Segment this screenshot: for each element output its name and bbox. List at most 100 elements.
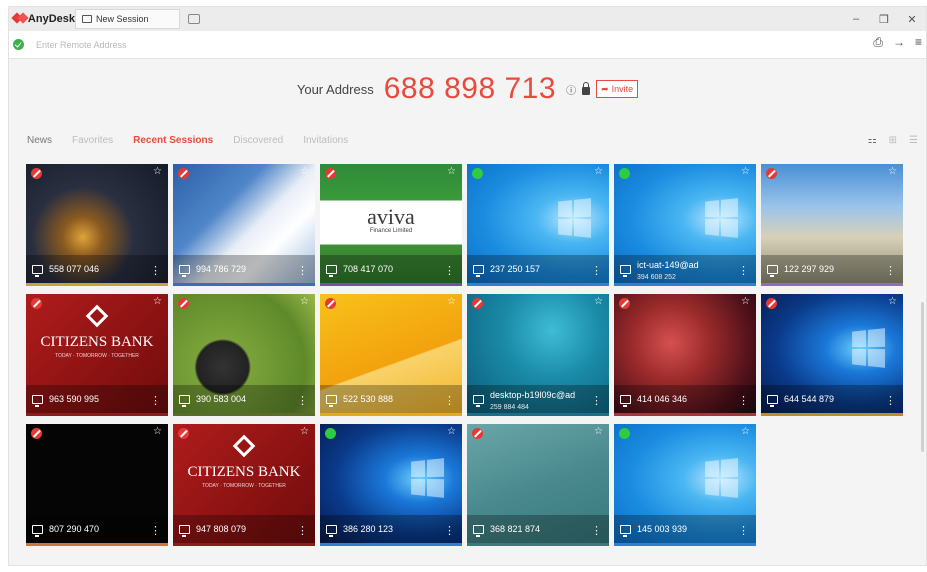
- session-menu-icon[interactable]: ⋮: [591, 266, 602, 277]
- new-tab-icon[interactable]: [187, 14, 200, 24]
- offline-status-icon: [325, 168, 336, 179]
- session-tile[interactable]: ☆ desktop-b19l09c@ad 259 884 484 ⋮: [467, 294, 609, 416]
- favorite-star-icon[interactable]: ☆: [888, 296, 897, 307]
- session-id: 994 786 729: [196, 264, 247, 274]
- session-tile[interactable]: ☆ 414 046 346 ⋮: [614, 294, 756, 416]
- online-status-icon: [619, 428, 630, 439]
- session-tile[interactable]: ☆ 145 003 939 ⋮: [614, 424, 756, 546]
- session-tile[interactable]: ☆ ict-uat-149@ad 394 608 252 ⋮: [614, 164, 756, 286]
- wallpaper-logo-text: CITIZENS BANK TODAY · TOMORROW · TOGETHER: [173, 434, 315, 489]
- monitor-icon: [326, 394, 337, 407]
- favorite-star-icon[interactable]: ☆: [447, 296, 456, 307]
- session-menu-icon[interactable]: ⋮: [444, 396, 455, 407]
- session-menu-icon[interactable]: ⋮: [738, 266, 749, 277]
- session-menu-icon[interactable]: ⋮: [150, 266, 161, 277]
- session-tile[interactable]: ☆ 994 786 729 ⋮: [173, 164, 315, 286]
- windows-logo-icon: [705, 458, 739, 498]
- file-transfer-icon[interactable]: ⎙: [873, 35, 883, 50]
- session-tile[interactable]: ☆ 390 583 004 ⋮: [173, 294, 315, 416]
- small-tile-view-icon[interactable]: ⊞: [889, 135, 897, 146]
- session-id: 390 583 004: [196, 394, 247, 404]
- favorite-star-icon[interactable]: ☆: [594, 296, 603, 307]
- windows-logo-icon: [411, 458, 445, 498]
- close-button[interactable]: ✕: [898, 13, 926, 26]
- favorite-star-icon[interactable]: ☆: [447, 426, 456, 437]
- connect-arrow-icon[interactable]: →: [893, 35, 905, 50]
- session-menu-icon[interactable]: ⋮: [150, 526, 161, 537]
- session-tile[interactable]: ☆ 807 290 470 ⋮: [26, 424, 168, 546]
- offline-status-icon: [31, 168, 42, 179]
- monitor-icon: [179, 264, 190, 277]
- favorite-star-icon[interactable]: ☆: [447, 166, 456, 177]
- remote-address-input[interactable]: [36, 35, 636, 54]
- session-menu-icon[interactable]: ⋮: [444, 266, 455, 277]
- session-footer: 644 544 879: [761, 385, 903, 413]
- tab-discovered[interactable]: Discovered: [233, 135, 283, 146]
- session-menu-icon[interactable]: ⋮: [591, 526, 602, 537]
- favorite-star-icon[interactable]: ☆: [594, 426, 603, 437]
- your-address-panel: Your Address 688 898 713 ⓘ ➦ Invite: [9, 69, 926, 109]
- monitor-icon: [179, 394, 190, 407]
- session-menu-icon[interactable]: ⋮: [738, 526, 749, 537]
- favorite-star-icon[interactable]: ☆: [594, 166, 603, 177]
- session-menu-icon[interactable]: ⋮: [444, 526, 455, 537]
- session-id: 708 417 070: [343, 264, 394, 274]
- connection-ok-icon: [13, 39, 24, 50]
- session-menu-icon[interactable]: ⋮: [150, 396, 161, 407]
- favorite-star-icon[interactable]: ☆: [741, 296, 750, 307]
- session-tile[interactable]: ☆ 644 544 879 ⋮: [761, 294, 903, 416]
- favorite-star-icon[interactable]: ☆: [300, 296, 309, 307]
- minimize-button[interactable]: –: [842, 13, 870, 25]
- tab-invitations[interactable]: Invitations: [303, 135, 348, 146]
- favorite-star-icon[interactable]: ☆: [741, 166, 750, 177]
- tab-news[interactable]: News: [27, 135, 52, 146]
- session-tile[interactable]: ☆ 368 821 874 ⋮: [467, 424, 609, 546]
- session-id: 807 290 470: [49, 524, 100, 534]
- list-view-icon[interactable]: ☰: [909, 135, 918, 146]
- session-tile[interactable]: ☆ 386 280 123 ⋮: [320, 424, 462, 546]
- lock-icon[interactable]: [582, 81, 591, 95]
- your-address-id[interactable]: 688 898 713: [384, 72, 556, 106]
- session-tile[interactable]: ☆ 122 297 929 ⋮: [761, 164, 903, 286]
- windows-logo-icon: [558, 198, 592, 238]
- session-menu-icon[interactable]: ⋮: [738, 396, 749, 407]
- info-icon[interactable]: ⓘ: [566, 82, 576, 97]
- session-menu-icon[interactable]: ⋮: [297, 266, 308, 277]
- offline-status-icon: [325, 298, 336, 309]
- favorite-star-icon[interactable]: ☆: [153, 426, 162, 437]
- session-color-strip: [173, 283, 315, 286]
- your-address-label: Your Address: [296, 81, 374, 97]
- session-footer: 237 250 157: [467, 255, 609, 283]
- session-color-strip: [761, 413, 903, 416]
- session-tile[interactable]: ☆ 522 530 888 ⋮: [320, 294, 462, 416]
- favorite-star-icon[interactable]: ☆: [888, 166, 897, 177]
- favorite-star-icon[interactable]: ☆: [741, 426, 750, 437]
- offline-status-icon: [766, 298, 777, 309]
- session-tile[interactable]: ☆ 558 077 046 ⋮: [26, 164, 168, 286]
- session-footer: 558 077 046: [26, 255, 168, 283]
- session-tile[interactable]: CITIZENS BANK TODAY · TOMORROW · TOGETHER…: [173, 424, 315, 546]
- session-menu-icon[interactable]: ⋮: [297, 396, 308, 407]
- tab-favorites[interactable]: Favorites: [72, 135, 113, 146]
- favorite-star-icon[interactable]: ☆: [153, 296, 162, 307]
- hamburger-menu-icon[interactable]: ≡: [915, 35, 922, 50]
- session-menu-icon[interactable]: ⋮: [885, 396, 896, 407]
- session-tile[interactable]: aviva Finance Limited ☆ 708 417 070 ⋮: [320, 164, 462, 286]
- maximize-button[interactable]: ❐: [870, 13, 898, 26]
- session-color-strip: [26, 543, 168, 546]
- wallpaper-logo-text: CITIZENS BANK TODAY · TOMORROW · TOGETHER: [26, 304, 168, 359]
- favorite-star-icon[interactable]: ☆: [300, 166, 309, 177]
- session-menu-icon[interactable]: ⋮: [885, 266, 896, 277]
- invite-button[interactable]: ➦ Invite: [596, 80, 639, 98]
- large-tile-view-icon[interactable]: ⚏: [868, 135, 877, 146]
- session-menu-icon[interactable]: ⋮: [297, 526, 308, 537]
- session-menu-icon[interactable]: ⋮: [591, 396, 602, 407]
- session-tile[interactable]: ☆ 237 250 157 ⋮: [467, 164, 609, 286]
- tab-recent-sessions[interactable]: Recent Sessions: [133, 135, 213, 146]
- scrollbar[interactable]: [921, 302, 924, 452]
- favorite-star-icon[interactable]: ☆: [300, 426, 309, 437]
- tab-new-session[interactable]: New Session: [75, 9, 180, 29]
- favorite-star-icon[interactable]: ☆: [153, 166, 162, 177]
- app-logo[interactable]: AnyDesk: [13, 13, 75, 25]
- session-tile[interactable]: CITIZENS BANK TODAY · TOMORROW · TOGETHER…: [26, 294, 168, 416]
